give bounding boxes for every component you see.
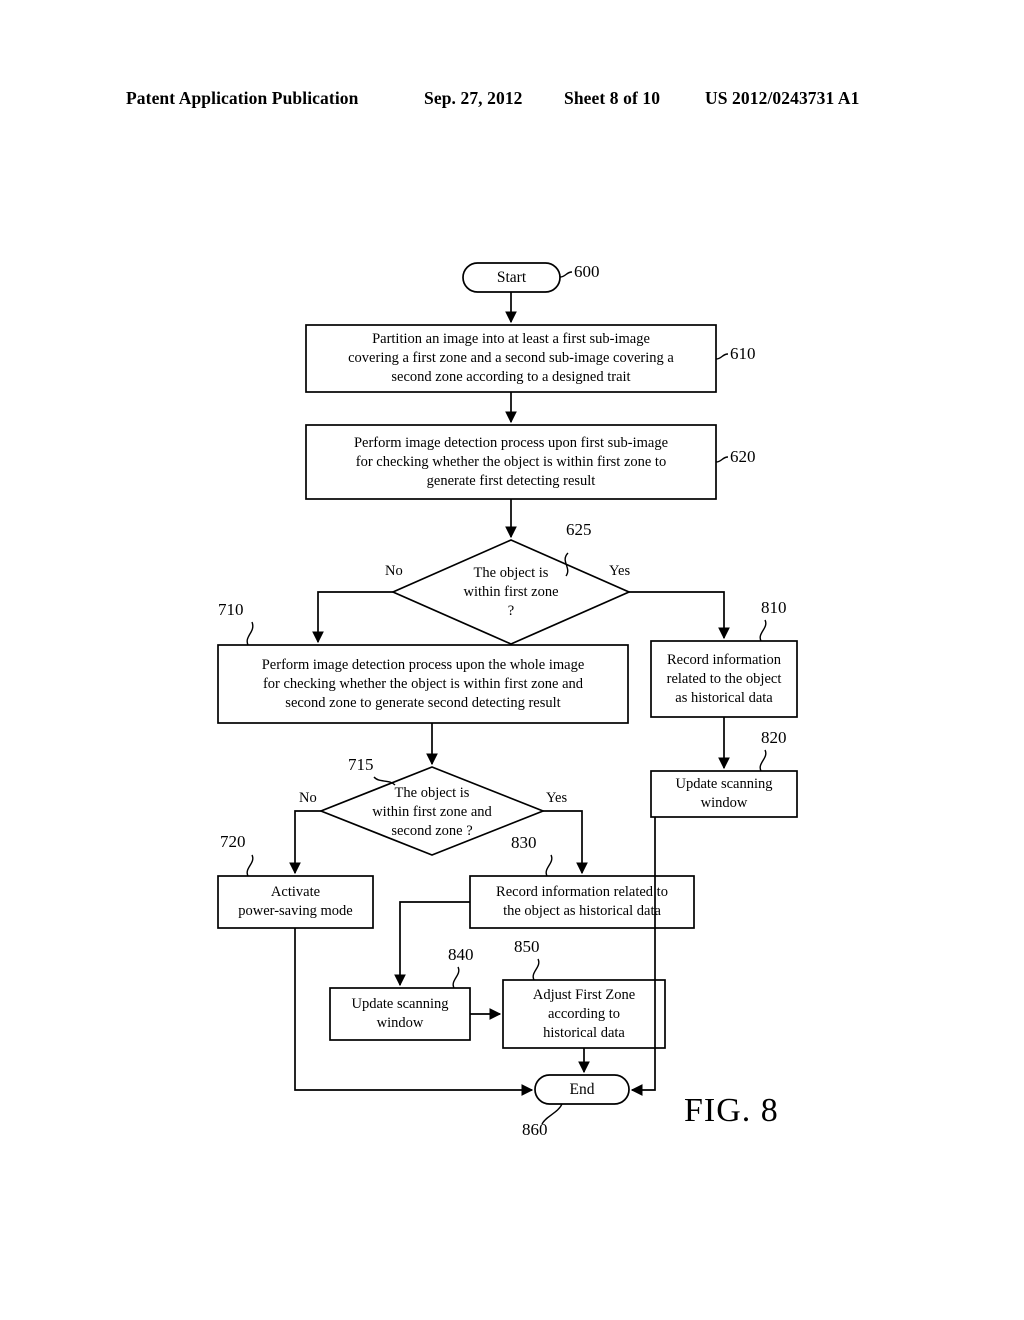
node-610-label: Partition an image into at least a first… [348,331,674,385]
leader-820 [759,749,767,772]
edge-label-625-no: No [385,563,403,579]
leader-710 [246,621,254,646]
ref-600: 600 [574,262,600,281]
node-720-label: Activate power-saving mode [238,884,353,919]
ref-710: 710 [218,600,244,619]
ref-820: 820 [761,728,787,747]
leader-610 [715,353,729,360]
leader-840 [452,966,460,989]
ref-860: 860 [522,1120,548,1139]
ref-620: 620 [730,447,756,466]
node-810-label: Record information related to the object… [666,651,782,706]
ref-850: 850 [514,937,540,956]
ref-840: 840 [448,945,474,964]
edge-label-715-yes: Yes [546,790,568,806]
node-840-label: Update scanning window [351,996,449,1031]
node-830-label: Record information related to the object… [496,884,668,919]
edge-830-840 [394,901,470,987]
figure-caption: FIG. 8 [684,1092,779,1129]
ref-625: 625 [566,520,592,539]
ref-830: 830 [511,833,537,852]
edge-715-yes-830 [543,810,588,875]
edge-820-end [630,817,656,1096]
node-710-label: Perform image detection process upon the… [261,656,585,711]
ref-715: 715 [348,755,374,774]
ref-610: 610 [730,344,756,363]
node-715-label: The object is within first zone and seco… [372,784,492,839]
edge-label-625-yes: Yes [609,563,631,579]
ref-810: 810 [761,598,787,617]
leader-830 [545,854,553,877]
leader-810 [759,619,767,642]
edge-715-no-720 [289,810,321,875]
ref-720: 720 [220,832,246,851]
leader-620 [715,456,729,463]
node-end-label: End [569,1080,595,1098]
flowchart-figure: Start Partition an image into at least a… [0,0,1024,1320]
node-820-label: Update scanning window [675,776,773,811]
edge-625-yes-810 [629,591,730,640]
leader-720 [246,854,254,877]
node-620-label: Perform image detection process upon fir… [353,434,669,489]
node-start-label: Start [496,268,527,286]
leader-600 [559,271,573,278]
edge-label-715-no: No [299,790,317,806]
edge-625-no-710 [312,591,393,644]
node-850-label: Adjust First Zone according to historica… [532,986,636,1041]
node-625-label: The object is within first zone ? [463,564,559,619]
leader-850 [532,958,540,981]
